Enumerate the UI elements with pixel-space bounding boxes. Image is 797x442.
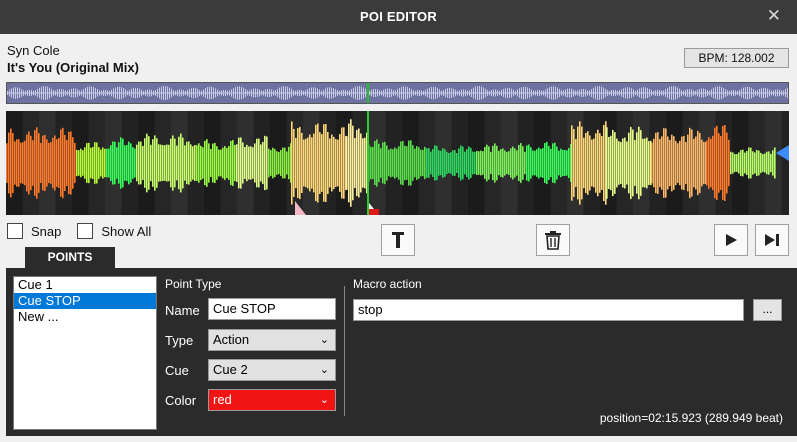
macro-action-field[interactable]: stop	[353, 299, 744, 321]
list-item[interactable]: New ...	[14, 309, 156, 325]
color-select-value: red	[213, 392, 232, 407]
add-marker-button[interactable]	[381, 224, 415, 256]
waveform-overview[interactable]	[6, 82, 789, 104]
skip-next-button[interactable]	[755, 224, 789, 256]
color-label: Color	[165, 393, 197, 408]
title-bar: POI EDITOR ✕	[0, 0, 797, 34]
marker-icon	[392, 232, 404, 248]
waveform-zoom[interactable]	[6, 111, 789, 215]
overview-playhead	[367, 83, 369, 103]
play-icon	[726, 234, 737, 246]
chevron-down-icon: ⌄	[319, 394, 329, 406]
type-label: Type	[165, 333, 194, 348]
type-select-value: Action	[213, 332, 250, 347]
cue-label: Cue	[165, 363, 189, 378]
chevron-down-icon: ⌄	[319, 364, 329, 376]
overview-waveform	[7, 86, 788, 100]
waveform-graphic	[6, 111, 789, 215]
position-readout: position=02:15.923 (289.949 beat)	[599, 411, 783, 425]
color-select[interactable]: red ⌄	[208, 389, 336, 411]
track-artist: Syn Cole	[7, 43, 60, 58]
chevron-down-icon: ⌄	[319, 334, 329, 346]
name-field[interactable]: Cue STOP	[208, 298, 336, 320]
skip-next-icon	[765, 234, 779, 246]
points-list[interactable]: Cue 1 Cue STOP New ...	[13, 276, 157, 430]
name-label: Name	[165, 303, 200, 318]
trash-icon	[545, 231, 561, 250]
close-icon[interactable]: ✕	[767, 6, 781, 26]
tab-points[interactable]: POINTS	[25, 247, 115, 268]
window-title: POI EDITOR	[360, 9, 437, 24]
delete-point-button[interactable]	[536, 224, 570, 256]
cue-select-value: Cue 2	[213, 362, 248, 377]
list-item[interactable]: Cue STOP	[14, 293, 156, 309]
track-title: It's You (Original Mix)	[7, 60, 139, 75]
type-select[interactable]: Action ⌄	[208, 329, 336, 351]
macro-browse-button[interactable]: ...	[753, 299, 782, 321]
snap-checkbox[interactable]	[7, 223, 23, 239]
cue-select[interactable]: Cue 2 ⌄	[208, 359, 336, 381]
list-item[interactable]: Cue 1	[14, 277, 156, 293]
point-type-heading: Point Type	[165, 277, 222, 291]
cue-stop-flag	[369, 209, 379, 215]
panel-divider	[344, 286, 345, 416]
show-all-label: Show All	[101, 223, 152, 239]
show-all-checkbox[interactable]	[77, 223, 94, 239]
bpm-display: BPM: 128.002	[684, 48, 789, 68]
snap-label: Snap	[31, 223, 62, 239]
play-button[interactable]	[714, 224, 748, 256]
macro-action-heading: Macro action	[353, 277, 422, 291]
